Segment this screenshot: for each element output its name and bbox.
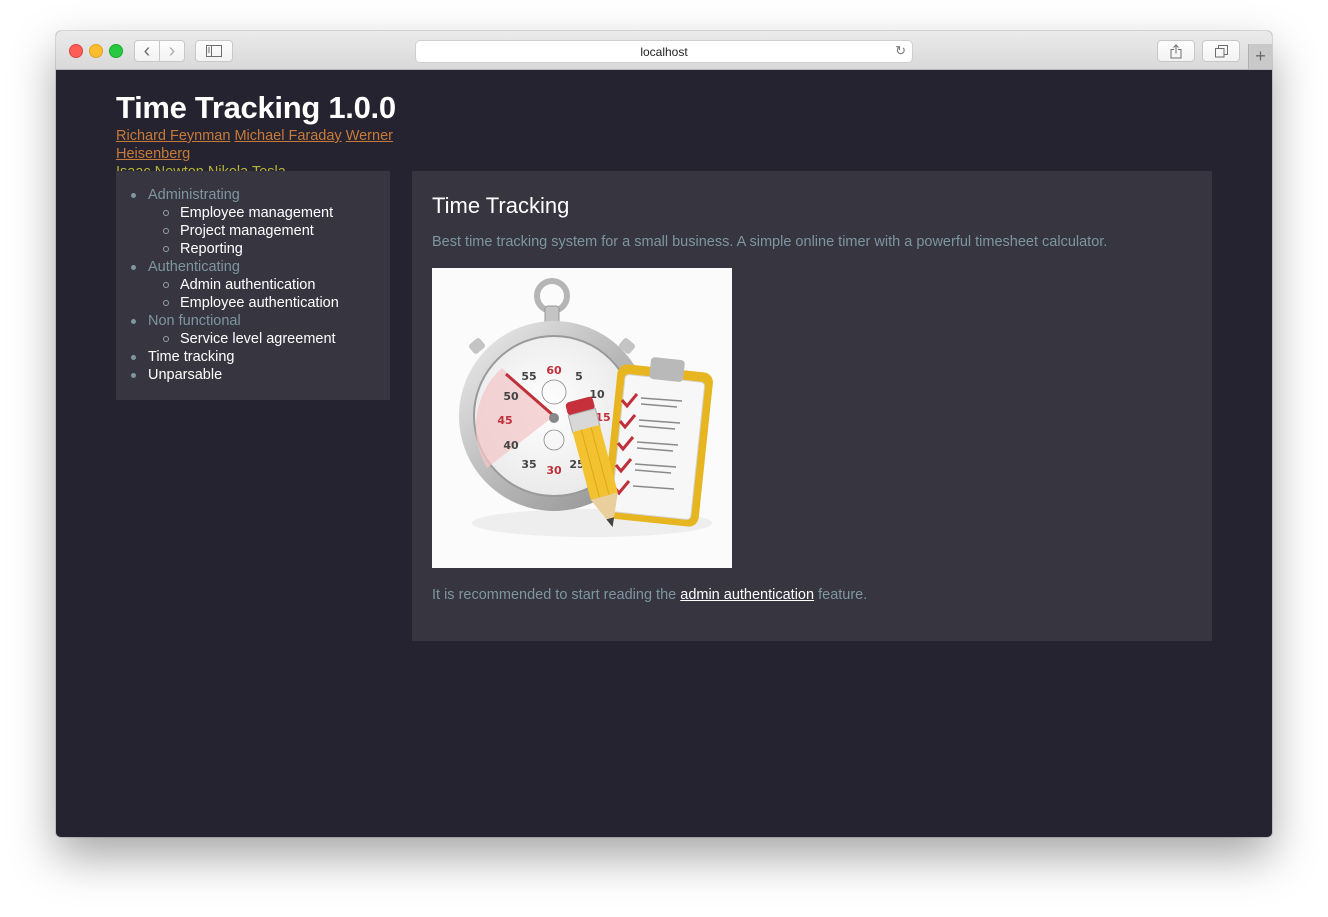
nav-item-label[interactable]: Employee management xyxy=(180,205,333,221)
nav-item-employee-management[interactable]: Employee management xyxy=(148,204,390,222)
nav-section-authenticating: Authenticating Admin authentication Empl… xyxy=(116,258,390,312)
share-icon xyxy=(1170,43,1182,58)
forward-button[interactable]: › xyxy=(159,40,185,62)
page-content: Time Tracking 1.0.0 Richard Feynman Mich… xyxy=(56,70,1272,837)
clipboard xyxy=(603,357,713,527)
nav-item-project-management[interactable]: Project management xyxy=(148,222,390,240)
stopwatch-pivot xyxy=(549,413,559,423)
plus-icon: + xyxy=(1255,46,1266,66)
address-bar[interactable]: localhost ↻ xyxy=(415,40,913,63)
url-text: localhost xyxy=(640,44,688,59)
admin-authentication-link[interactable]: admin authentication xyxy=(680,587,814,603)
dial-label: 5 xyxy=(575,370,583,383)
minimize-window-button[interactable] xyxy=(89,44,103,58)
nav-section-administrating: Administrating Employee management Proje… xyxy=(116,186,390,258)
nav-item-label[interactable]: Project management xyxy=(180,223,314,239)
dial-label: 30 xyxy=(546,464,562,477)
dial-label: 40 xyxy=(503,439,519,452)
nav-section-label: Non functional xyxy=(148,313,241,329)
feature-panel: Time Tracking Best time tracking system … xyxy=(412,171,1212,641)
note-suffix: feature. xyxy=(814,587,868,603)
circle-bullet-icon xyxy=(163,228,169,234)
feature-title: Time Tracking xyxy=(432,193,570,218)
dial-label: 45 xyxy=(497,414,512,427)
nav-item-label[interactable]: Time tracking xyxy=(148,349,234,365)
circle-bullet-icon xyxy=(163,336,169,342)
author-link[interactable]: Richard Feynman xyxy=(116,128,230,144)
bullet-icon xyxy=(131,373,136,378)
back-button[interactable]: ‹ xyxy=(134,40,160,62)
nav-item-label[interactable]: Reporting xyxy=(180,241,243,257)
nav-section-non-functional: Non functional Service level agreement xyxy=(116,312,390,348)
dial-label: 35 xyxy=(521,458,536,471)
share-button[interactable] xyxy=(1157,40,1195,62)
note-prefix: It is recommended to start reading the xyxy=(432,587,681,603)
bullet-icon xyxy=(131,355,136,360)
author-link[interactable]: Michael Faraday xyxy=(234,128,341,144)
sidebar-toggle-button[interactable] xyxy=(195,40,233,62)
reload-icon[interactable]: ↻ xyxy=(895,43,906,59)
nav-item-time-tracking[interactable]: Time tracking xyxy=(116,348,390,366)
nav-item-label[interactable]: Service level agreement xyxy=(180,331,336,347)
sidebar-icon xyxy=(206,45,222,57)
circle-bullet-icon xyxy=(163,300,169,306)
bullet-icon xyxy=(131,265,136,270)
nav-section-label: Administrating xyxy=(148,187,240,203)
nav-item-label[interactable]: Unparsable xyxy=(148,367,222,383)
nav-item-service-level-agreement[interactable]: Service level agreement xyxy=(148,330,390,348)
app-title: Time Tracking 1.0.0 xyxy=(116,90,396,125)
nav-item-admin-authentication[interactable]: Admin authentication xyxy=(148,276,390,294)
maximize-window-button[interactable] xyxy=(109,44,123,58)
browser-toolbar: ‹ › localhost ↻ + xyxy=(56,31,1272,70)
nav-item-employee-authentication[interactable]: Employee authentication xyxy=(148,294,390,312)
dial-label: 60 xyxy=(546,364,562,377)
stopwatch-button-left xyxy=(469,338,485,354)
browser-window: ‹ › localhost ↻ + Time Tracking 1.0.0 Ri… xyxy=(56,31,1272,837)
nav-item-unparsable[interactable]: Unparsable xyxy=(116,366,390,384)
circle-bullet-icon xyxy=(163,210,169,216)
stopwatch-clipboard-illustration: 60 5 10 15 25 30 35 40 45 50 55 xyxy=(459,278,713,537)
tabs-overview-icon xyxy=(1214,44,1228,57)
circle-bullet-icon xyxy=(163,246,169,252)
nav-section-label: Authenticating xyxy=(148,259,240,275)
bullet-icon xyxy=(131,319,136,324)
tabs-overview-button[interactable] xyxy=(1202,40,1240,62)
nav-item-label[interactable]: Employee authentication xyxy=(180,295,339,311)
bullet-icon xyxy=(131,193,136,198)
dial-label: 55 xyxy=(521,370,536,383)
nav-item-label[interactable]: Admin authentication xyxy=(180,277,315,293)
circle-bullet-icon xyxy=(163,282,169,288)
dial-label: 50 xyxy=(503,390,519,403)
close-window-button[interactable] xyxy=(69,44,83,58)
feature-navigation: Administrating Employee management Proje… xyxy=(116,171,390,400)
recommendation-note: It is recommended to start reading the a… xyxy=(432,587,867,603)
chevron-left-icon: ‹ xyxy=(143,40,151,62)
chevron-right-icon: › xyxy=(168,40,176,62)
feature-description: Best time tracking system for a small bu… xyxy=(432,234,1108,250)
stopwatch-clipboard-image: 60 5 10 15 25 30 35 40 45 50 55 xyxy=(432,268,732,568)
new-tab-button[interactable]: + xyxy=(1248,44,1272,69)
nav-item-reporting[interactable]: Reporting xyxy=(148,240,390,258)
